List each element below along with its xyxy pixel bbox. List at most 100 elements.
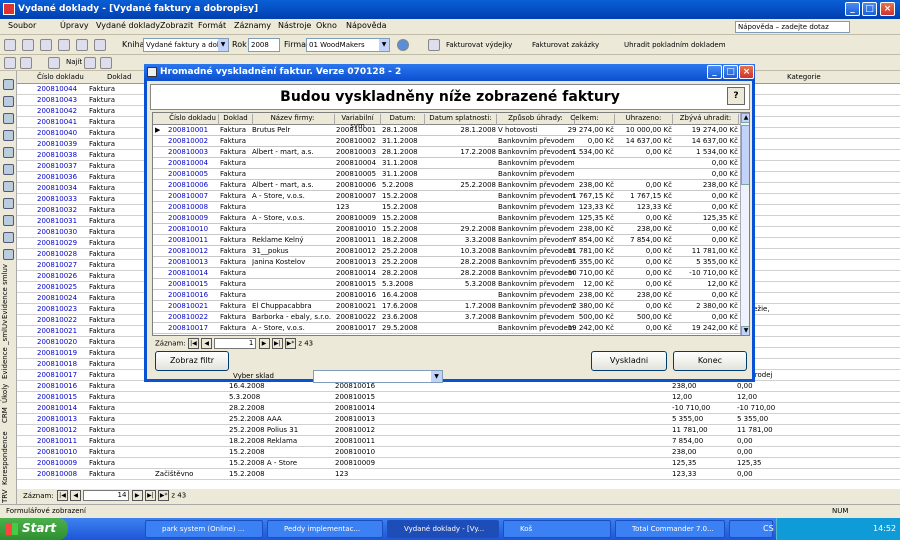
menu-zaznamy[interactable]: Záznamy [234,21,271,30]
scroll-down-icon[interactable]: ▼ [741,326,749,335]
record-number-input[interactable]: 14 [83,490,130,501]
dialog-col-header[interactable]: Doklad [219,114,253,125]
dialog-table-row[interactable]: 200810008 Faktura 123 15.2.2008 Bankovním př… [153,202,740,213]
dialog-table-row[interactable]: 200810007 Faktura A - Store, v.o.s. 2008100… [153,191,740,202]
dialog-table-row[interactable]: 200810006 Faktura Albert - mart, a.s. 20081… [153,180,740,191]
zobraz-filtr-button[interactable]: Zobraz filtr [155,351,229,371]
dialog-col-header[interactable]: Zbývá uhradit: [673,114,739,125]
side-nav-icon[interactable] [3,164,14,175]
dialog-col-header[interactable]: Číslo dokladu [167,114,219,125]
search-icon[interactable] [48,57,60,69]
side-nav-icon[interactable] [3,79,14,90]
dialog-table-row[interactable]: 200810011 Faktura Reklame Kelný 200810011 18… [153,235,740,246]
kniha-select[interactable]: Vydané faktury a dob ▼ [143,38,229,52]
open-icon[interactable] [22,39,34,51]
dialog-table-row[interactable]: 200810022 Faktura Barborka - ebaly, s.r.o.… [153,312,740,323]
dialog-table-row[interactable]: 200810017 Faktura A - Store, v.o.s. 2008100… [153,323,740,334]
dialog-table-row[interactable]: 200810012 Faktura 31__pokus 200810012 25.2.2… [153,246,740,257]
filter-icon[interactable] [20,57,32,69]
konec-button[interactable]: Konec [673,351,747,371]
vyskladni-button[interactable]: Vyskladni [591,351,667,371]
new-record-button[interactable]: ▶* [158,490,170,501]
dialog-col-header[interactable]: Datum splatnosti: [425,114,497,125]
side-label-crm[interactable]: CRM [1,405,15,423]
scroll-up-icon[interactable]: ▲ [741,113,749,123]
dialog-first-record-button[interactable]: |◀ [187,338,199,349]
side-label-ukoly[interactable]: Úkoly [1,381,15,403]
filter-selection-icon[interactable] [84,57,96,69]
dialog-table-row[interactable]: ▶ 200810001 Faktura Brutus Pelr 200810001 28.… [153,125,740,136]
side-nav-icon[interactable] [3,232,14,243]
side-nav-icon[interactable] [3,181,14,192]
minimize-button[interactable]: _ [845,2,860,16]
side-label-evidence-smluv[interactable]: Evidence smluv [1,264,15,319]
menu-format[interactable]: Formát [198,21,226,30]
dialog-table-row[interactable]: 200810013 Faktura Janina Kostelov 200810013… [153,257,740,268]
dialog-table-row[interactable]: 200810004 Faktura 200810004 31.1.2008 Bankov… [153,158,740,169]
table-row[interactable]: 200810013 Faktura 25.2.2008 AAA 200810013 5 … [17,414,900,425]
dialog-vertical-scrollbar[interactable]: ▲ ▼ [740,113,749,335]
dialog-table-row[interactable]: 200810021 Faktura El Chuppacabbra 200810021… [153,301,740,312]
task-total-commander[interactable]: Total Commander 7.0... [615,520,725,538]
new-icon[interactable] [4,39,16,51]
uhradit-button[interactable]: Uhradit pokladním dokladem [624,38,726,52]
dialog-table-row[interactable]: 200810002 Faktura 200810002 31.1.2008 Bankov… [153,136,740,147]
dialog-col-header[interactable]: Název firmy: [251,114,335,125]
spell-icon[interactable] [94,39,106,51]
firma-select[interactable]: 01 WoodMakers ▼ [306,38,390,52]
table-row[interactable]: 200810016 Faktura 16.4.2008 200810016 238,00… [17,381,900,392]
sort-icon[interactable] [4,57,16,69]
menu-napoveda[interactable]: Nápověda [346,21,387,30]
dialog-table-row[interactable]: 200810016 Faktura 200810016 16.4.2008 Bankov… [153,290,740,301]
dialog-prev-record-button[interactable]: ◀ [201,338,213,349]
col-kategorie[interactable]: Kategorie [787,73,821,81]
task-vydane-doklady[interactable]: Vydané doklady - [Vy... [387,520,499,538]
table-row[interactable]: 200810011 Faktura 18.2.2008 Reklama 2008100… [17,436,900,447]
menu-nastroje[interactable]: Nástroje [278,21,311,30]
close-button[interactable]: × [880,2,895,16]
side-nav-icon[interactable] [3,198,14,209]
vyber-sklad-select[interactable]: ▼ [313,370,443,383]
side-nav-icon[interactable] [3,249,14,260]
last-record-button[interactable]: ▶| [144,490,156,501]
prev-record-button[interactable]: ◀ [70,490,82,501]
dialog-table-row[interactable]: 200810014 Faktura 200810014 28.2.2008 28.2.2… [153,268,740,279]
menu-vydane-doklady[interactable]: Vydané doklady [96,21,160,30]
dialog-last-record-button[interactable]: ▶| [271,338,283,349]
side-nav-icon[interactable] [3,96,14,107]
dialog-col-header[interactable]: Datum: [381,114,425,125]
dialog-col-header[interactable]: Celkem: [555,114,615,125]
table-row[interactable]: 200810009 Faktura 15.2.2008 A - Store 20081… [17,458,900,469]
dialog-col-header[interactable]: Variabilní sym [335,114,381,130]
task-kos[interactable]: Koš [503,520,611,538]
rok-select[interactable]: 2008 [248,38,280,52]
side-nav-icon[interactable] [3,147,14,158]
dialog-record-number-input[interactable]: 1 [214,338,257,349]
dialog-next-record-button[interactable]: ▶ [258,338,270,349]
dialog-close-button[interactable]: × [739,65,754,79]
maximize-button[interactable]: □ [862,2,877,16]
list-icon[interactable] [428,39,440,51]
dialog-col-header[interactable]: Uhrazeno: [615,114,673,125]
task-peddy[interactable]: Peddy implementac... [267,520,383,538]
dialog-minimize-button[interactable]: _ [707,65,722,79]
print-icon[interactable] [58,39,70,51]
menu-okno[interactable]: Okno [316,21,337,30]
table-row[interactable]: 200810014 Faktura 28.2.2008 200810014 -10 71… [17,403,900,414]
dialog-table-row[interactable]: 200810005 Faktura 200810005 31.1.2008 Bankov… [153,169,740,180]
help-icon[interactable] [397,39,409,51]
fakturovat-zakazky-button[interactable]: Fakturovat zakázky [532,38,599,52]
side-nav-icon[interactable] [3,215,14,226]
start-button[interactable]: Start [0,518,68,540]
dialog-table-row[interactable]: 200810015 Faktura 200810015 5.3.2008 5.3.200… [153,279,740,290]
fakturovat-vydejky-button[interactable]: Fakturovat výdejky [446,38,512,52]
clock[interactable]: 14:52 [873,524,896,533]
dialog-new-record-button[interactable]: ▶* [285,338,297,349]
table-row[interactable]: 200810015 Faktura 5.3.2008 200810015 12,00 12… [17,392,900,403]
najit-label[interactable]: Najít [66,58,82,66]
table-row[interactable]: 200810012 Faktura 25.2.2008 Polius 31 20081… [17,425,900,436]
task-park-system[interactable]: park system (Online) ... [145,520,263,538]
language-indicator[interactable]: CS [763,524,774,533]
table-row[interactable]: 200810008 Faktura Začištěvno 15.2.2008 123 12… [17,469,900,480]
preview-icon[interactable] [76,39,88,51]
